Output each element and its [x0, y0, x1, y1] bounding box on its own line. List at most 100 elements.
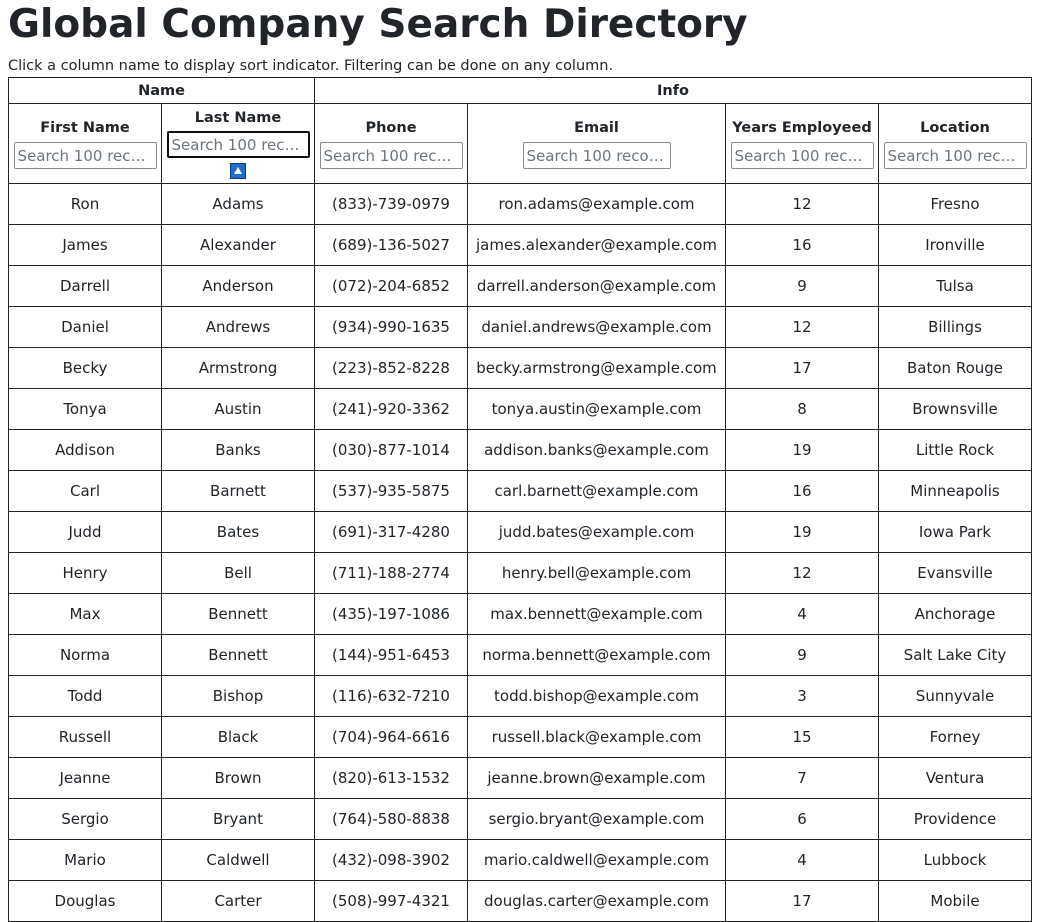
table-row: Becky Armstrong (223)-852-8228 becky.armstr…: [8, 347, 1032, 389]
cell-last-name: Adams: [161, 183, 315, 225]
cell-phone: (689)-136-5027: [314, 224, 468, 266]
sort-ascending-icon[interactable]: [230, 163, 246, 179]
table-row: Ron Adams (833)-739-0979 ron.adams@example.…: [8, 183, 1032, 225]
cell-first-name: Mario: [8, 839, 162, 881]
filter-input-email[interactable]: [522, 142, 671, 169]
table-body: Ron Adams (833)-739-0979 ron.adams@example.…: [8, 183, 1032, 922]
table-row: Judd Bates (691)-317-4280 judd.bates@exampl…: [8, 511, 1032, 553]
cell-phone: (072)-204-6852: [314, 265, 468, 307]
cell-email: becky.armstrong@example.com: [467, 347, 726, 389]
column-header-years-employeed[interactable]: Years Employeed: [725, 103, 879, 184]
cell-location: Little Rock: [878, 429, 1032, 471]
cell-email: todd.bishop@example.com: [467, 675, 726, 717]
cell-location: Fresno: [878, 183, 1032, 225]
cell-location: Sunnyvale: [878, 675, 1032, 717]
cell-last-name: Bennett: [161, 593, 315, 635]
filter-input-first-name[interactable]: [13, 142, 157, 169]
cell-location: Ventura: [878, 757, 1032, 799]
cell-years-employeed: 3: [725, 675, 879, 717]
column-label-location[interactable]: Location: [879, 118, 1031, 138]
cell-email: mario.caldwell@example.com: [467, 839, 726, 881]
table-row: Darrell Anderson (072)-204-6852 darrell.and…: [8, 265, 1032, 307]
cell-years-employeed: 4: [725, 593, 879, 635]
cell-email: judd.bates@example.com: [467, 511, 726, 553]
table-row: Mario Caldwell (432)-098-3902 mario.caldwel…: [8, 839, 1032, 881]
cell-last-name: Andrews: [161, 306, 315, 348]
cell-location: Billings: [878, 306, 1032, 348]
cell-email: sergio.bryant@example.com: [467, 798, 726, 840]
directory-table: Name Info First Name Last Name Phone: [8, 77, 1032, 922]
cell-years-employeed: 8: [725, 388, 879, 430]
page-subtitle: Click a column name to display sort indi…: [8, 58, 614, 74]
column-label-first-name[interactable]: First Name: [9, 118, 161, 138]
table-row: Max Bennett (435)-197-1086 max.bennett@exam…: [8, 593, 1032, 635]
cell-last-name: Armstrong: [161, 347, 315, 389]
cell-phone: (030)-877-1014: [314, 429, 468, 471]
cell-last-name: Barnett: [161, 470, 315, 512]
column-header-location[interactable]: Location: [878, 103, 1032, 184]
column-label-phone[interactable]: Phone: [315, 118, 467, 138]
cell-years-employeed: 16: [725, 224, 879, 266]
filter-input-last-name[interactable]: [166, 131, 310, 158]
cell-phone: (432)-098-3902: [314, 839, 468, 881]
cell-years-employeed: 9: [725, 634, 879, 676]
column-label-email[interactable]: Email: [468, 118, 725, 138]
cell-first-name: Darrell: [8, 265, 162, 307]
cell-first-name: Sergio: [8, 798, 162, 840]
cell-location: Evansville: [878, 552, 1032, 594]
filter-input-location[interactable]: [883, 142, 1027, 169]
cell-phone: (508)-997-4321: [314, 880, 468, 922]
table-row: Daniel Andrews (934)-990-1635 daniel.andrew…: [8, 306, 1032, 348]
cell-years-employeed: 9: [725, 265, 879, 307]
cell-first-name: Tonya: [8, 388, 162, 430]
cell-years-employeed: 12: [725, 552, 879, 594]
filter-input-years-employeed[interactable]: [730, 142, 874, 169]
column-header-phone[interactable]: Phone: [314, 103, 468, 184]
cell-years-employeed: 7: [725, 757, 879, 799]
cell-last-name: Banks: [161, 429, 315, 471]
cell-location: Mobile: [878, 880, 1032, 922]
cell-phone: (223)-852-8228: [314, 347, 468, 389]
cell-email: ron.adams@example.com: [467, 183, 726, 225]
column-header-first-name[interactable]: First Name: [8, 103, 162, 184]
cell-phone: (820)-613-1532: [314, 757, 468, 799]
column-header-last-name[interactable]: Last Name: [161, 103, 315, 184]
cell-location: Tulsa: [878, 265, 1032, 307]
cell-email: henry.bell@example.com: [467, 552, 726, 594]
cell-email: russell.black@example.com: [467, 716, 726, 758]
cell-first-name: Russell: [8, 716, 162, 758]
cell-first-name: Daniel: [8, 306, 162, 348]
column-label-last-name[interactable]: Last Name: [162, 108, 314, 128]
cell-phone: (116)-632-7210: [314, 675, 468, 717]
cell-location: Lubbock: [878, 839, 1032, 881]
group-header-name: Name: [8, 77, 315, 104]
cell-location: Minneapolis: [878, 470, 1032, 512]
header-group-row: Name Info: [8, 77, 1032, 104]
cell-phone: (764)-580-8838: [314, 798, 468, 840]
cell-last-name: Bell: [161, 552, 315, 594]
cell-last-name: Alexander: [161, 224, 315, 266]
cell-email: max.bennett@example.com: [467, 593, 726, 635]
table-row: Tonya Austin (241)-920-3362 tonya.austin@ex…: [8, 388, 1032, 430]
group-header-info: Info: [314, 77, 1032, 104]
cell-location: Providence: [878, 798, 1032, 840]
cell-email: james.alexander@example.com: [467, 224, 726, 266]
cell-last-name: Bates: [161, 511, 315, 553]
column-header-email[interactable]: Email: [467, 103, 726, 184]
cell-first-name: Judd: [8, 511, 162, 553]
cell-email: jeanne.brown@example.com: [467, 757, 726, 799]
cell-email: carl.barnett@example.com: [467, 470, 726, 512]
filter-input-phone[interactable]: [319, 142, 463, 169]
table-row: Carl Barnett (537)-935-5875 carl.barnett@ex…: [8, 470, 1032, 512]
cell-phone: (241)-920-3362: [314, 388, 468, 430]
cell-location: Anchorage: [878, 593, 1032, 635]
cell-email: douglas.carter@example.com: [467, 880, 726, 922]
table-row: Jeanne Brown (820)-613-1532 jeanne.brown@ex…: [8, 757, 1032, 799]
cell-location: Salt Lake City: [878, 634, 1032, 676]
column-label-years-employeed[interactable]: Years Employeed: [726, 118, 878, 138]
cell-email: addison.banks@example.com: [467, 429, 726, 471]
cell-phone: (704)-964-6616: [314, 716, 468, 758]
cell-first-name: Max: [8, 593, 162, 635]
table-row: Henry Bell (711)-188-2774 henry.bell@exampl…: [8, 552, 1032, 594]
table-header: Name Info First Name Last Name Phone: [8, 77, 1032, 184]
